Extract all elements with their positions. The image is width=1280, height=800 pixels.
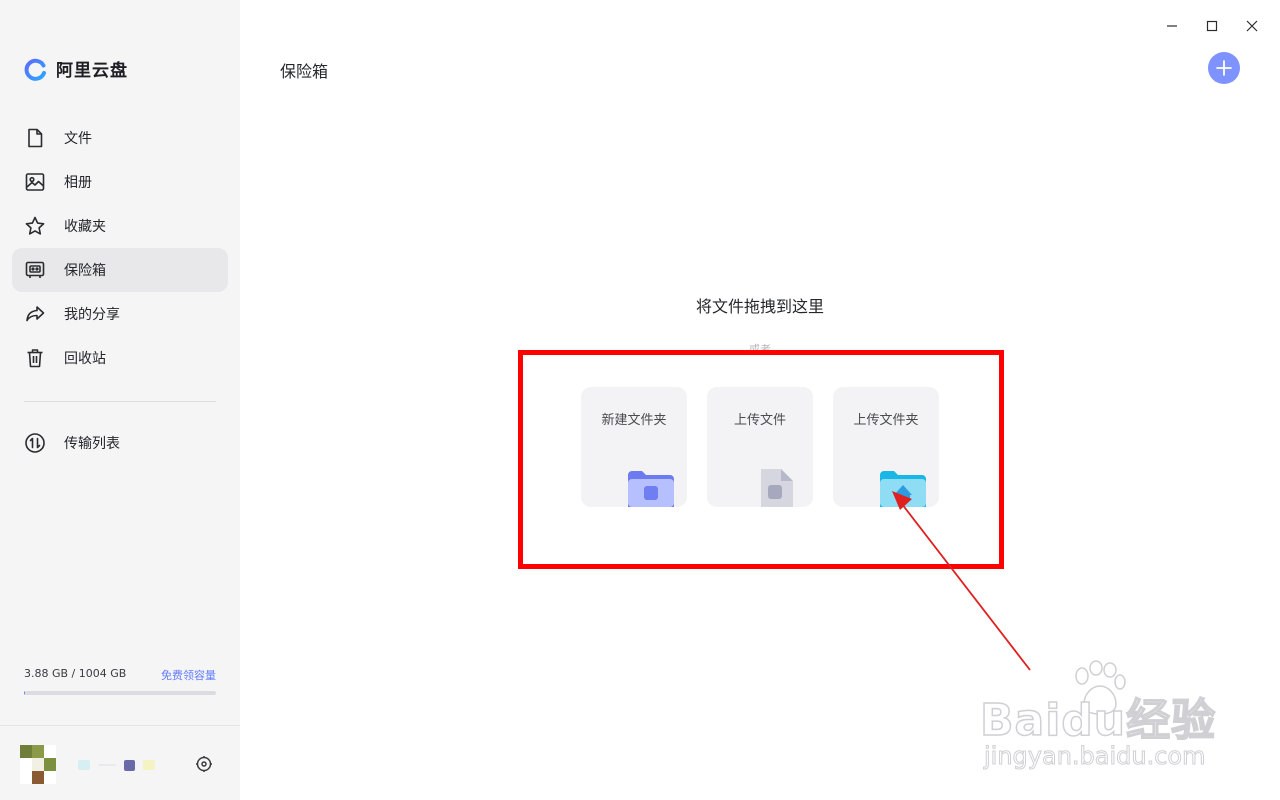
free-capacity-link[interactable]: 免费领容量 <box>161 667 216 683</box>
add-button[interactable] <box>1208 52 1240 84</box>
sidebar-item-label: 传输列表 <box>64 436 120 452</box>
storage-progress-bar <box>24 691 216 695</box>
sidebar-nav: 文件 相册 收藏夹 保险箱 我的分享 回收站 <box>12 116 228 380</box>
sidebar-item-my-shares[interactable]: 我的分享 <box>12 292 228 336</box>
sidebar-item-photos[interactable]: 相册 <box>12 160 228 204</box>
annotation-highlight-box <box>518 350 1004 569</box>
safe-icon <box>24 259 46 281</box>
sidebar-item-label: 我的分享 <box>64 307 120 323</box>
plus-icon <box>1216 60 1232 76</box>
settings-gear-icon[interactable] <box>194 754 214 774</box>
photo-icon <box>24 171 46 193</box>
star-icon <box>24 215 46 237</box>
drop-zone-title: 将文件拖拽到这里 <box>695 297 824 316</box>
avatar[interactable] <box>20 745 56 785</box>
watermark-sub-text: jingyan.baidu.com <box>983 742 1206 771</box>
sidebar-item-recycle-bin[interactable]: 回收站 <box>12 336 228 380</box>
sidebar-item-label: 文件 <box>64 131 92 147</box>
storage-progress-fill <box>24 691 26 695</box>
username-pixelated <box>78 759 155 771</box>
minimize-icon[interactable] <box>1164 14 1180 38</box>
sidebar-item-safe[interactable]: 保险箱 <box>12 248 228 292</box>
sidebar-divider <box>24 401 216 402</box>
sidebar-item-transfer-list[interactable]: 传输列表 <box>12 421 228 465</box>
aliyun-drive-logo-icon <box>24 58 46 81</box>
sidebar-item-files[interactable]: 文件 <box>12 116 228 160</box>
user-panel <box>20 745 220 785</box>
sidebar-item-label: 回收站 <box>64 351 106 367</box>
share-icon <box>24 303 46 325</box>
sidebar-item-label: 保险箱 <box>64 263 106 279</box>
paw-logo-icon <box>1075 660 1126 715</box>
sidebar: 阿里云盘 文件 相册 收藏夹 保险箱 我的分享 回收站 传输列表 3.88 GB… <box>0 0 240 800</box>
app-name: 阿里云盘 <box>56 61 128 81</box>
transfer-section: 传输列表 <box>12 421 228 465</box>
maximize-icon[interactable] <box>1204 14 1220 38</box>
storage-info: 3.88 GB / 1004 GB 免费领容量 <box>24 667 216 695</box>
sidebar-item-label: 收藏夹 <box>64 219 106 235</box>
baidu-watermark: Baidu经验 jingyan.baidu.com <box>979 660 1220 780</box>
app-window: 阿里云盘 文件 相册 收藏夹 保险箱 我的分享 回收站 传输列表 3.88 GB… <box>0 0 1280 800</box>
user-divider <box>0 725 240 726</box>
app-logo: 阿里云盘 <box>24 56 128 81</box>
file-icon <box>24 127 46 149</box>
transfer-icon <box>24 432 46 454</box>
window-controls <box>1164 14 1260 38</box>
close-icon[interactable] <box>1244 14 1260 38</box>
watermark-main-text: Baidu经验 <box>979 694 1217 747</box>
page-title: 保险箱 <box>280 62 329 81</box>
storage-usage-text: 3.88 GB / 1004 GB <box>24 667 127 680</box>
sidebar-item-label: 相册 <box>64 175 92 191</box>
trash-icon <box>24 347 46 369</box>
main-content: 保险箱 将文件拖拽到这里 或者 新建文件夹 上传文件 上传文件夹 Baidu经验… <box>240 0 1280 800</box>
sidebar-item-favorites[interactable]: 收藏夹 <box>12 204 228 248</box>
